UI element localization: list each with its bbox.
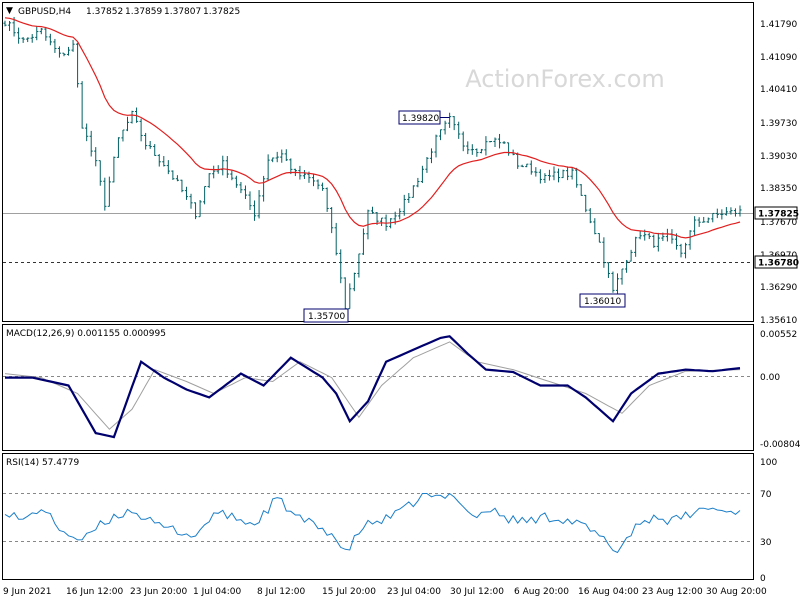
x-tick-label: 6 Aug 20:00 xyxy=(514,587,569,597)
macd-y-tick: 0.00552 xyxy=(760,330,797,340)
main-header-close: 1.37825 xyxy=(203,7,240,17)
y-tick-label: 1.40410 xyxy=(760,85,797,95)
annotation-low-2-label: 1.36010 xyxy=(584,297,621,307)
annotation-low-1-label: 1.35700 xyxy=(308,312,345,322)
x-axis: 9 Jun 2021 16 Jun 12:00 23 Jun 20:00 1 J… xyxy=(3,587,767,597)
x-tick-label: 23 Aug 12:00 xyxy=(642,587,703,597)
main-header-arrow: ▼ xyxy=(6,6,13,16)
x-tick-label: 23 Jun 20:00 xyxy=(130,587,187,597)
y-tick-label: 1.36290 xyxy=(760,283,797,293)
rsi-y-tick: 70 xyxy=(760,490,772,500)
x-tick-label: 30 Aug 20:00 xyxy=(706,587,767,597)
y-tick-label: 1.39030 xyxy=(760,152,797,162)
main-header-open: 1.37852 xyxy=(86,7,123,17)
main-header-symbol: GBPUSD,H4 xyxy=(18,7,71,17)
y-tick-label: 1.35610 xyxy=(760,316,797,326)
macd-header: MACD(12,26,9) 0.001155 0.000995 xyxy=(6,329,166,339)
main-panel-frame xyxy=(2,2,754,322)
annotation-high-label: 1.39820 xyxy=(402,114,439,124)
x-tick-label: 30 Jul 12:00 xyxy=(450,587,504,597)
price-chart: ActionForex.com ▼ GBPUSD,H4 1.37852 1.37… xyxy=(2,2,800,597)
macd-y-tick: 0.00 xyxy=(760,373,780,383)
x-tick-label: 15 Jul 20:00 xyxy=(322,587,376,597)
annotation-low-2: 1.36010 xyxy=(579,293,626,308)
x-tick-label: 16 Jun 12:00 xyxy=(66,587,123,597)
main-y-axis: 1.41790 1.41090 1.40410 1.39730 1.39030 … xyxy=(760,20,797,326)
annotation-low-1: 1.35700 xyxy=(303,308,349,323)
rsi-header: RSI(14) 57.4779 xyxy=(6,458,79,468)
rsi-y-tick: 100 xyxy=(760,458,777,468)
x-tick-label: 16 Aug 04:00 xyxy=(578,587,639,597)
y-tick-label: 1.39730 xyxy=(760,119,797,129)
macd-y-tick: -0.00804 xyxy=(760,440,800,450)
rsi-panel-frame xyxy=(2,453,754,580)
main-header-low: 1.37807 xyxy=(164,7,201,17)
y-tick-label: 1.38350 xyxy=(760,184,797,194)
watermark: ActionForex.com xyxy=(465,65,665,93)
x-tick-label: 1 Jul 04:00 xyxy=(193,587,242,597)
current-price-tag: 1.37825 xyxy=(758,210,799,220)
support-level-tag: 1.36780 xyxy=(758,259,799,269)
rsi-y-tick: 0 xyxy=(760,574,766,584)
x-tick-label: 9 Jun 2021 xyxy=(3,587,51,597)
x-tick-label: 23 Jul 04:00 xyxy=(387,587,441,597)
main-header-high: 1.37859 xyxy=(125,7,162,17)
y-tick-label: 1.41790 xyxy=(760,20,797,30)
rsi-y-tick: 30 xyxy=(760,538,772,548)
y-tick-label: 1.41090 xyxy=(760,53,797,63)
x-tick-label: 8 Jul 12:00 xyxy=(257,587,306,597)
